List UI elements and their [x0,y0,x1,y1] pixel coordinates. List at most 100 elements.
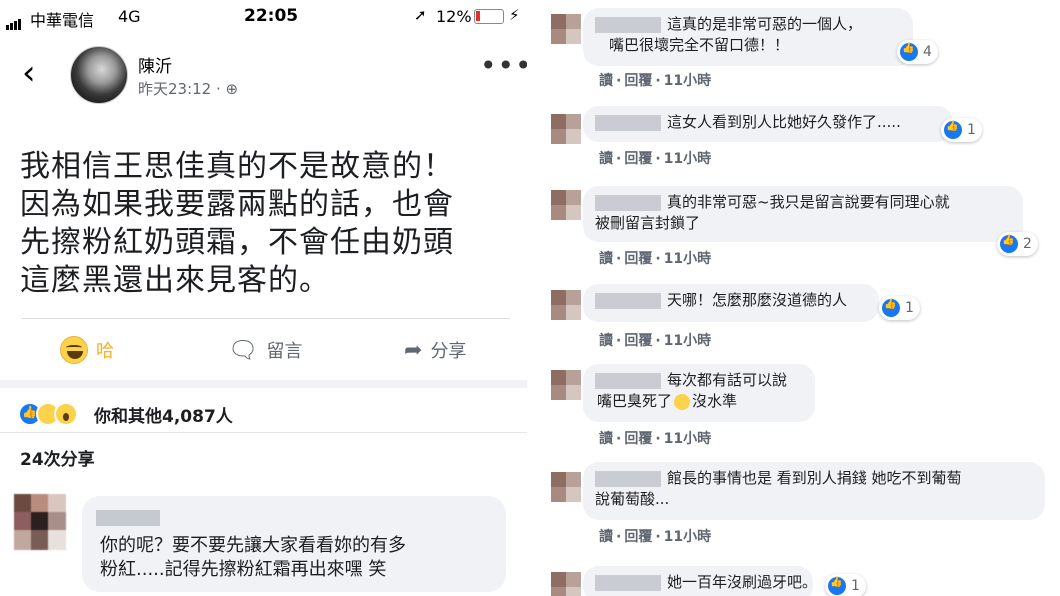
blurred-commenter-name [595,574,661,591]
read-link[interactable]: 讀 [599,151,613,167]
comment-text: 她一百年沒刷過牙吧。 [667,573,818,591]
comment-text: 真的非常可惡~我只是留言說要有同理心就 [667,193,950,211]
blurred-commenter-name [595,372,661,389]
reactions-summary[interactable]: 你和其他4,087人 [0,380,527,432]
reply-link[interactable]: 回覆 [624,333,652,349]
reply-link[interactable]: 回覆 [624,73,652,89]
back-chevron-icon[interactable]: ‹ [22,54,52,94]
comment-bubble[interactable]: 真的非常可惡~我只是留言說要有同理心就 被刪留言封鎖了 [583,186,1023,242]
haha-emoji-icon [60,336,88,364]
like-icon [882,299,900,317]
likes-count: 1 [851,578,860,594]
battery-low-icon [474,9,504,24]
comment-meta: 讀 · 回覆 · 11小時 [599,526,714,546]
reply-link[interactable]: 回覆 [624,529,652,545]
comment-meta: 讀 · 回覆 · 11小時 [599,428,714,448]
reply-link[interactable]: 回覆 [624,431,652,447]
comment-likes[interactable]: 4 [897,40,938,64]
like-icon [944,121,962,139]
reactions-count: 你和其他4,087人 [94,407,233,427]
comment-time: 11小時 [663,333,712,349]
blurred-commenter-name [595,292,661,309]
read-link[interactable]: 讀 [599,529,613,545]
comment-meta: 讀 · 回覆 · 11小時 [599,330,714,350]
reply-link[interactable]: 回覆 [624,151,652,167]
likes-count: 1 [967,122,976,138]
read-link[interactable]: 讀 [599,333,613,349]
avatar[interactable] [551,290,581,320]
comment-text: 每次都有話可以說 [667,371,788,389]
share-button[interactable]: ➦ 分享 [404,330,466,370]
avatar[interactable] [551,370,581,400]
like-icon [828,577,846,595]
comment-line: 你的呢？要不要先讓大家看看妳的有多 [100,535,406,556]
avatar[interactable] [551,14,581,44]
comment-item: 真的非常可惡~我只是留言說要有同理心就 被刪留言封鎖了 2 讀·回覆·11小時 [533,180,1060,270]
likes-count: 1 [905,300,914,316]
blurred-commenter-name [595,114,661,131]
comment-text: 沒水準 [692,392,738,410]
comment-line: 粉紅.....記得先擦粉紅霜再出來嘿 笑 [100,559,387,580]
comment-item: 館長的事情也是 看到別人捐錢 她吃不到葡萄 說葡萄酸... 讀 · 回覆 · 11小時 [533,458,1060,552]
separator: · [655,151,661,167]
comment-item: 天哪！怎麼那麼沒道德的人 1 讀·回覆·11小時 [533,280,1060,354]
comment-bubble[interactable]: 這真的是非常可惡的一個人， 嘴巴很壞完全不留口德！！ [583,8,913,66]
comment-text: 說葡萄酸... [595,490,670,508]
haha-reaction-button[interactable]: 哈 [60,330,114,370]
post-screen: 中華電信 4G 22:05 ➚ 12% ⚡ ‹ 陳沂 昨天23:12 · ⊕ •… [0,0,527,596]
location-arrow-icon: ➚ [414,6,427,24]
comments-screen: 這真的是非常可惡的一個人， 嘴巴很壞完全不留口德！！ 4 讀·回覆·11小時 這… [533,0,1060,596]
comment-item: 每次都有話可以說 嘴巴臭死了 沒水準 讀 · 回覆 · 11小時 [533,360,1060,450]
comment-meta: 讀 · 回覆 · 11小時 [599,148,714,168]
read-link[interactable]: 讀 [599,73,613,89]
battery-percent: 12% [436,7,472,26]
read-link[interactable]: 讀 [599,251,613,267]
comment-text: 館長的事情也是 看到別人捐錢 她吃不到葡萄 [667,469,962,487]
reply-link[interactable]: 回覆 [624,251,652,267]
avatar[interactable] [551,190,581,220]
blurred-commenter-name [595,194,661,211]
comment-time: 11小時 [663,73,712,89]
more-options-icon[interactable]: ••• [480,52,527,80]
comment-button[interactable]: 🗨 留言 [228,330,302,370]
comment-item: 這女人看到別人比她好久發作了..... 1 讀·回覆·11小時 [533,100,1060,170]
comment-bubble[interactable]: 館長的事情也是 看到別人捐錢 她吃不到葡萄 說葡萄酸... [583,462,1045,520]
likes-count: 2 [1023,236,1032,252]
blurred-commenter-name [595,16,661,33]
separator: · [655,333,661,349]
avatar[interactable] [14,494,66,550]
comment-text: 被刪留言封鎖了 [595,214,701,232]
status-bar: 中華電信 4G 22:05 ➚ 12% ⚡ [0,0,527,34]
wow-icon [54,402,78,426]
read-link[interactable]: 讀 [599,431,613,447]
separator: · [655,529,661,545]
comment-bubble[interactable]: 每次都有話可以說 嘴巴臭死了 沒水準 [583,364,815,422]
signal-strength-icon [6,11,22,30]
comment-item: 她一百年沒刷過牙吧。 1 [533,560,1060,596]
blurred-commenter-name [96,510,160,526]
avatar[interactable] [551,572,581,596]
comment-time: 11小時 [663,431,712,447]
comment-time: 11小時 [663,251,712,267]
comment-bubble[interactable]: 她一百年沒刷過牙吧。 [583,566,817,596]
comment-likes[interactable]: 1 [879,296,920,320]
avatar[interactable] [551,472,581,502]
share-arrow-icon: ➦ [404,337,423,363]
comment-bubble[interactable]: 你的呢？要不要先讓大家看看妳的有多 粉紅.....記得先擦粉紅霜再出來嘿 笑 [82,496,506,592]
comment-bubble[interactable]: 這女人看到別人比她好久發作了..... [583,106,953,142]
author-name[interactable]: 陳沂 [138,52,172,77]
comment-likes[interactable]: 1 [825,574,866,596]
comment-bubble[interactable]: 天哪！怎麼那麼沒道德的人 [583,284,879,322]
haha-label: 哈 [96,341,114,362]
separator: · [616,431,622,447]
comment-likes[interactable]: 1 [941,118,982,142]
shares-summary[interactable]: 24次分享 [0,432,527,484]
comment-text: 嘴巴很壞完全不留口德！！ [609,36,790,54]
avatar[interactable] [551,114,581,144]
clock: 22:05 [244,6,299,26]
comment-item: 你的呢？要不要先讓大家看看妳的有多 粉紅.....記得先擦粉紅霜再出來嘿 笑 [0,484,527,596]
separator: · [616,151,622,167]
separator: · [616,73,622,89]
avatar[interactable] [70,46,128,104]
comment-likes[interactable]: 2 [997,232,1038,256]
